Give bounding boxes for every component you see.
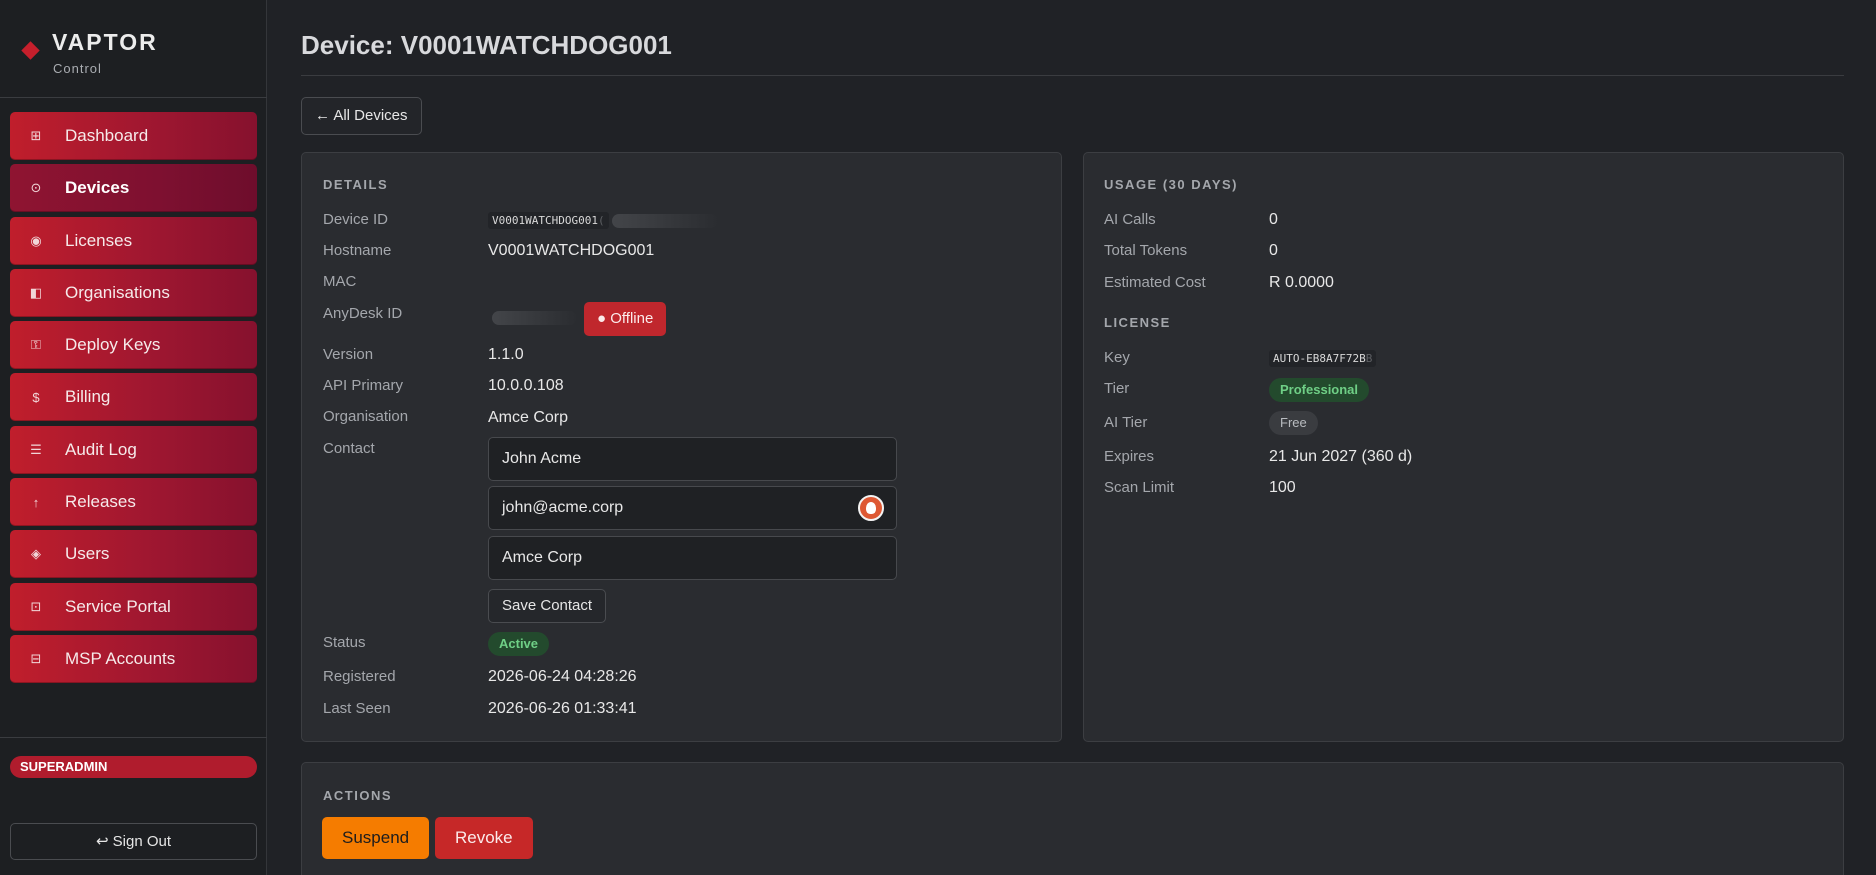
tier-label: Tier xyxy=(1104,380,1130,397)
sidebar-item-label: Billing xyxy=(65,387,111,407)
sidebar-divider xyxy=(0,97,267,98)
scan-limit-label: Scan Limit xyxy=(1104,479,1175,496)
device-id-label: Device ID xyxy=(323,211,389,228)
sign-out-button[interactable]: ↩ Sign Out xyxy=(10,823,257,860)
expires-value: 21 Jun 2027 (360 d) xyxy=(1269,448,1413,465)
expires-label: Expires xyxy=(1104,448,1155,465)
billing-icon: $ xyxy=(32,389,40,405)
sidebar-item-devices[interactable]: ⊙ Devices xyxy=(10,164,257,213)
sidebar-item-label: Organisations xyxy=(65,282,170,302)
sidebar-item-organisations[interactable]: ◧ Organisations xyxy=(10,268,257,317)
organisation-label: Organisation xyxy=(323,408,409,425)
brand-subtitle: Control xyxy=(53,61,102,76)
key-icon: ⚿ xyxy=(31,337,41,353)
actions-section-title: ACTIONS xyxy=(323,788,392,803)
redacted-blur xyxy=(492,311,577,325)
last-seen-value: 2026-06-26 01:33:41 xyxy=(488,700,637,717)
sidebar-item-releases[interactable]: ↑ Releases xyxy=(10,478,257,527)
sidebar-nav: ⊞ Dashboard ⊙ Devices ◉ Licenses ◧ Organisation… xyxy=(10,112,257,687)
sidebar-item-label: Devices xyxy=(65,178,130,198)
version-label: Version xyxy=(323,346,374,363)
ai-calls-value: 0 xyxy=(1269,211,1278,228)
title-divider xyxy=(301,75,1844,76)
total-tokens-value: 0 xyxy=(1269,242,1278,259)
hostname-label: Hostname xyxy=(323,242,392,259)
details-section-title: DETAILS xyxy=(323,177,389,192)
sidebar-item-label: Releases xyxy=(65,492,136,512)
sidebar-item-label: Dashboard xyxy=(65,126,149,145)
usage-card xyxy=(1083,152,1844,742)
sidebar-item-msp-accounts[interactable]: ⊟ MSP Accounts xyxy=(10,634,257,683)
suspend-button[interactable]: Suspend xyxy=(322,817,430,859)
tier-badge: Professional xyxy=(1269,378,1370,402)
status-badge: Active xyxy=(488,632,550,656)
sidebar-divider xyxy=(0,737,267,738)
ai-tier-label: AI Tier xyxy=(1104,414,1148,431)
hostname-value: V0001WATCHDOG001 xyxy=(488,242,655,259)
estimated-cost-label: Estimated Cost xyxy=(1104,274,1206,291)
redacted-blur xyxy=(612,214,718,228)
contact-label: Contact xyxy=(323,440,375,457)
dashboard-icon: ⊞ xyxy=(30,128,42,143)
last-seen-label: Last Seen xyxy=(323,700,391,717)
contact-company-input[interactable]: Amce Corp xyxy=(488,536,897,580)
sidebar-item-label: Users xyxy=(65,544,110,564)
page-title: Device: V0001WATCHDOG001 xyxy=(301,30,672,60)
organisation-value: Amce Corp xyxy=(488,409,569,426)
sidebar-item-audit-log[interactable]: ☰ Audit Log xyxy=(10,425,257,474)
ai-tier-badge: Free xyxy=(1269,411,1318,435)
license-section-title: LICENSE xyxy=(1104,315,1171,330)
devices-icon: ⊙ xyxy=(30,180,42,196)
contact-name-input[interactable]: John Acme xyxy=(488,437,897,481)
sidebar-item-billing[interactable]: $ Billing xyxy=(10,373,257,422)
sidebar-item-users[interactable]: ◈ Users xyxy=(10,530,257,579)
license-key-label: Key xyxy=(1104,349,1130,366)
scan-limit-value: 100 xyxy=(1269,479,1296,496)
sidebar-item-service-portal[interactable]: ⊡ Service Portal xyxy=(10,582,257,631)
sidebar-item-label: Licenses xyxy=(65,230,133,250)
anydesk-offline-status-button[interactable]: ● Offline xyxy=(584,302,667,336)
version-value: 1.1.0 xyxy=(488,346,524,363)
msp-accounts-icon: ⊟ xyxy=(30,650,42,666)
api-primary-value: 10.0.0.108 xyxy=(488,377,564,394)
api-primary-label: API Primary xyxy=(323,377,404,394)
contact-email-value: john@acme.corp xyxy=(502,499,624,516)
licenses-icon: ◉ xyxy=(30,232,42,248)
brand-name: VAPTOR xyxy=(52,29,158,55)
total-tokens-label: Total Tokens xyxy=(1104,242,1188,259)
mac-label: MAC xyxy=(323,273,357,290)
role-badge: SUPERADMIN xyxy=(10,756,257,778)
sidebar-item-label: Deploy Keys xyxy=(65,335,161,355)
usage-section-title: USAGE (30 DAYS) xyxy=(1104,177,1238,192)
audit-log-icon: ☰ xyxy=(30,441,42,457)
sidebar-item-deploy-keys[interactable]: ⚿ Deploy Keys xyxy=(10,321,257,370)
duckduckgo-email-protection-icon[interactable] xyxy=(858,495,884,521)
all-devices-back-button[interactable]: ← All Devices xyxy=(301,97,422,135)
anydesk-id-label: AnyDesk ID xyxy=(323,305,403,322)
estimated-cost-value: R 0.0000 xyxy=(1269,274,1334,291)
license-key-value: AUTO-EB8A7F72BB xyxy=(1269,350,1377,367)
registered-value: 2026-06-24 04:28:26 xyxy=(488,668,637,685)
sidebar-item-label: MSP Accounts xyxy=(65,648,176,668)
ai-calls-label: AI Calls xyxy=(1104,211,1156,228)
device-id-value: V0001WATCHDOG001( xyxy=(488,212,609,229)
sidebar: VAPTOR Control ⊞ Dashboard ⊙ Devices ◉ Licens… xyxy=(0,0,267,875)
registered-label: Registered xyxy=(323,668,396,685)
sidebar-item-dashboard[interactable]: ⊞ Dashboard xyxy=(10,112,257,160)
organisations-icon: ◧ xyxy=(29,284,43,300)
sidebar-item-licenses[interactable]: ◉ Licenses xyxy=(10,216,257,265)
diamond-logo-icon xyxy=(21,41,40,60)
sidebar-item-label: Service Portal xyxy=(65,596,171,616)
save-contact-button[interactable]: Save Contact xyxy=(488,589,607,623)
service-portal-icon: ⊡ xyxy=(30,598,42,614)
status-label: Status xyxy=(323,634,366,651)
sidebar-item-label: Audit Log xyxy=(65,439,137,459)
contact-email-input[interactable]: john@acme.corp xyxy=(488,486,897,530)
releases-icon: ↑ xyxy=(32,494,40,510)
actions-card xyxy=(301,762,1844,875)
users-icon: ◈ xyxy=(31,546,41,562)
revoke-button[interactable]: Revoke xyxy=(435,817,533,859)
